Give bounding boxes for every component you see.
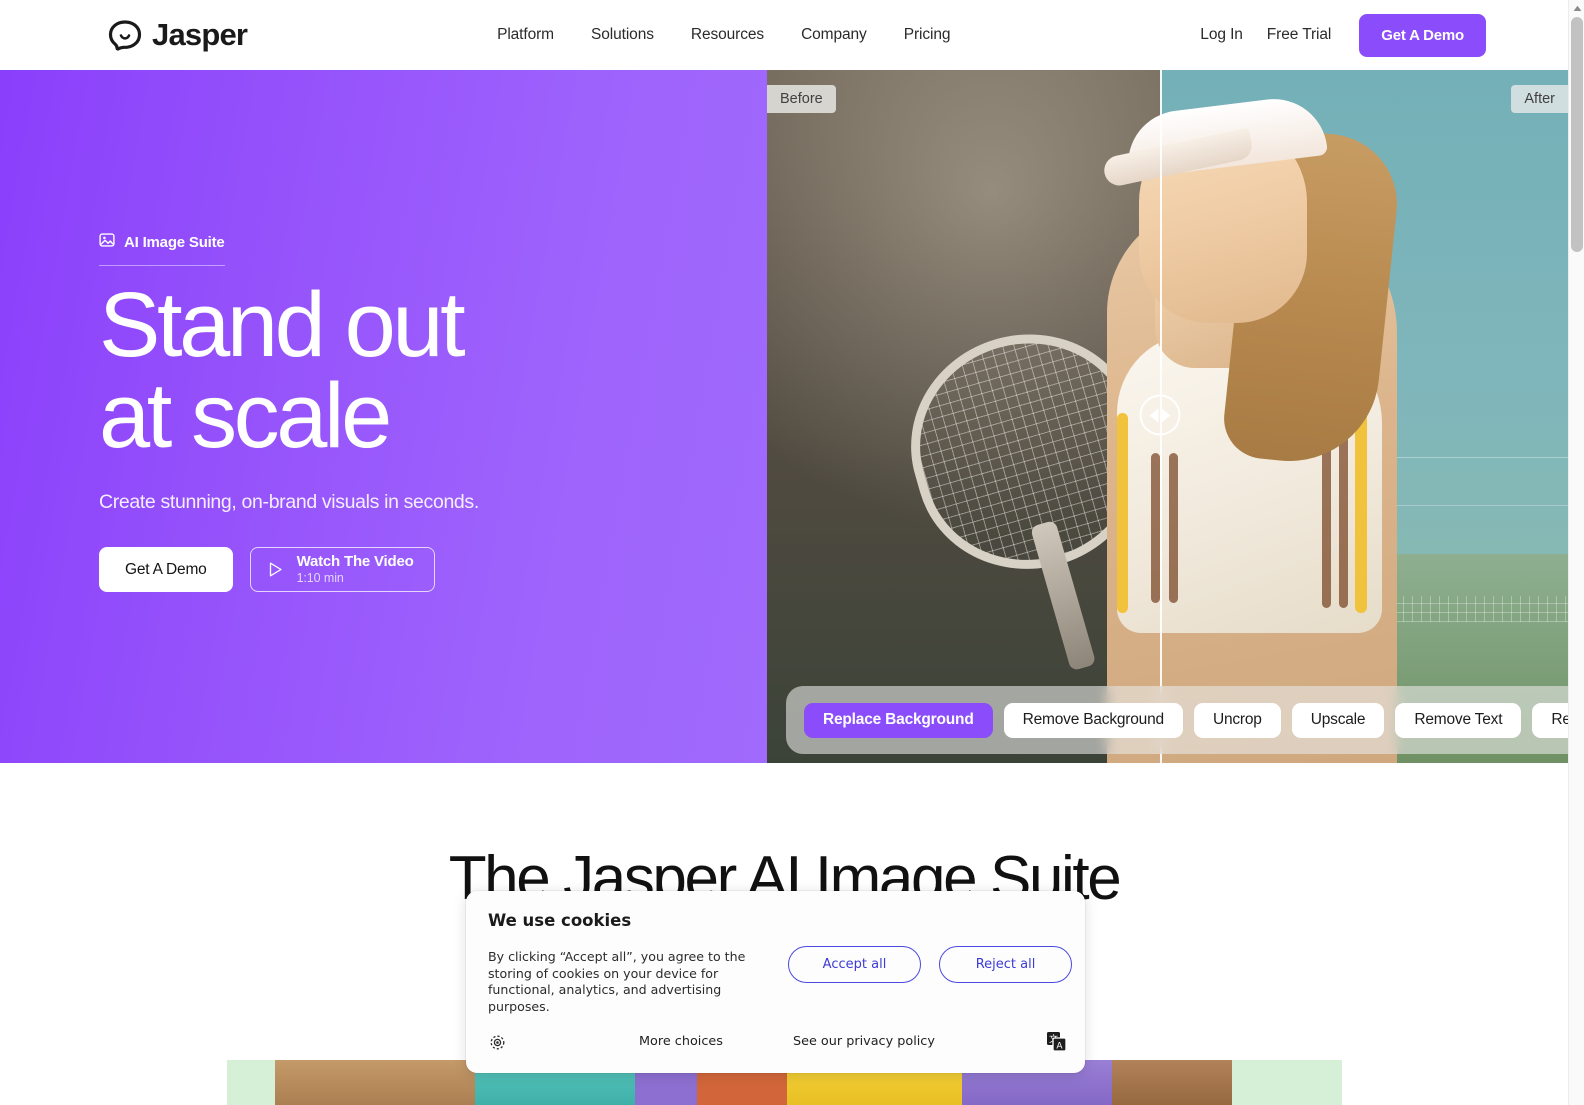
nav-links: Platform Solutions Resources Company Pri… xyxy=(497,26,950,44)
free-trial-link[interactable]: Free Trial xyxy=(1267,26,1332,44)
jasper-logo-text: Jasper xyxy=(152,17,248,52)
hero-eyebrow-label: AI Image Suite xyxy=(124,234,225,251)
svg-text:A: A xyxy=(1056,1041,1063,1051)
privacy-policy-link[interactable]: See our privacy policy xyxy=(793,1034,935,1049)
reject-all-button[interactable]: Reject all xyxy=(939,946,1072,983)
top-navigation: Jasper Platform Solutions Resources Comp… xyxy=(0,0,1568,70)
page-root: Jasper Platform Solutions Resources Comp… xyxy=(0,0,1584,1105)
thumb-mint-left[interactable] xyxy=(226,1060,275,1105)
get-a-demo-button-nav[interactable]: Get A Demo xyxy=(1359,13,1486,57)
thumb-mint-right[interactable] xyxy=(1231,1060,1342,1105)
thumb-wood-floor-2[interactable] xyxy=(1111,1060,1232,1105)
more-choices-link[interactable]: More choices xyxy=(639,1034,723,1049)
hero-eyebrow: AI Image Suite xyxy=(99,232,225,266)
watch-video-label: Watch The Video xyxy=(296,553,414,571)
hero-cta-group: Get A Demo Watch The Video 1:10 min xyxy=(99,547,435,592)
hero-copy-panel: AI Image Suite Stand out at scale Create… xyxy=(0,67,767,763)
image-icon xyxy=(99,232,115,253)
tool-replace-background[interactable]: Replace Background xyxy=(804,702,993,738)
jasper-logo-icon xyxy=(108,19,142,51)
hero-heading-line-2: at scale xyxy=(99,365,392,468)
scrollbar-up-arrow-icon[interactable] xyxy=(1572,3,1582,13)
hero-section: AI Image Suite Stand out at scale Create… xyxy=(0,67,1568,763)
nav-actions: Log In Free Trial Get A Demo xyxy=(1200,13,1486,57)
browser-scrollbar[interactable] xyxy=(1568,0,1584,1105)
jasper-logo[interactable]: Jasper xyxy=(108,17,248,53)
accept-all-button[interactable]: Accept all xyxy=(788,946,921,983)
comparison-slider-handle[interactable] xyxy=(1139,394,1181,436)
tennis-player-subject xyxy=(885,67,1477,763)
hero-heading-line-1: Stand out xyxy=(99,274,466,376)
nav-item-company[interactable]: Company xyxy=(801,26,867,44)
language-translate-icon[interactable]: 文 A xyxy=(1046,1031,1067,1056)
watch-video-duration: 1:10 min xyxy=(296,570,344,585)
cookie-consent-banner: We use cookies By clicking “Accept all”,… xyxy=(466,891,1085,1073)
get-a-demo-button-hero[interactable]: Get A Demo xyxy=(99,547,233,592)
cookie-banner-title: We use cookies xyxy=(488,911,632,930)
thumb-wood-floor[interactable] xyxy=(274,1060,475,1105)
tool-reimagine[interactable]: Reimagine xyxy=(1532,702,1568,738)
cookie-banner-footer: More choices See our privacy policy 文 A xyxy=(466,1031,1085,1057)
hero-subheading: Create stunning, on-brand visuals in sec… xyxy=(99,491,479,513)
play-icon xyxy=(267,561,284,578)
nav-item-platform[interactable]: Platform xyxy=(497,26,554,44)
login-link[interactable]: Log In xyxy=(1200,26,1243,44)
tool-remove-text[interactable]: Remove Text xyxy=(1395,702,1522,738)
watch-the-video-button[interactable]: Watch The Video 1:10 min xyxy=(249,547,435,592)
tool-remove-background[interactable]: Remove Background xyxy=(1003,702,1183,738)
arrow-right-icon xyxy=(1161,408,1171,422)
cookie-banner-actions: Accept all Reject all xyxy=(788,946,1072,983)
tool-upscale[interactable]: Upscale xyxy=(1291,702,1385,738)
image-tools-toolbar: Replace Background Remove Background Unc… xyxy=(786,686,1568,754)
before-label: Before xyxy=(767,85,836,113)
tool-uncrop[interactable]: Uncrop xyxy=(1193,702,1281,738)
cookie-banner-body: By clicking “Accept all”, you agree to t… xyxy=(488,949,746,1014)
scrollbar-thumb[interactable] xyxy=(1571,17,1583,252)
after-label: After xyxy=(1511,85,1568,113)
hero-heading: Stand out at scale xyxy=(99,274,466,468)
nav-item-pricing[interactable]: Pricing xyxy=(904,26,951,44)
before-after-comparison[interactable]: Before After Replace Background Remove B… xyxy=(767,67,1568,763)
arrow-left-icon xyxy=(1149,408,1159,422)
cookie-settings-gear-icon[interactable] xyxy=(488,1033,507,1056)
nav-item-resources[interactable]: Resources xyxy=(691,26,764,44)
nav-item-solutions[interactable]: Solutions xyxy=(591,26,654,44)
